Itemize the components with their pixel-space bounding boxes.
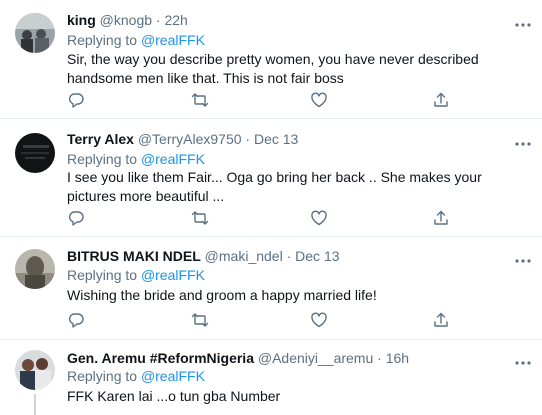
avatar[interactable] (15, 249, 55, 289)
timestamp[interactable]: Dec 13 (254, 131, 298, 147)
retweet-icon[interactable] (191, 91, 209, 109)
retweet-icon[interactable] (191, 311, 209, 329)
author-name[interactable]: king (67, 12, 96, 28)
separator-dot: · (155, 12, 161, 28)
tweet-actions (67, 311, 487, 331)
share-icon[interactable] (432, 91, 450, 109)
tweet-text: FFK Karen lai ...o tun gba Number (67, 388, 281, 404)
separator-dot: · (286, 248, 292, 264)
separator-dot: · (245, 131, 251, 147)
more-icon[interactable] (514, 135, 532, 146)
author-handle[interactable]: @maki_ndel (205, 248, 283, 264)
replying-to: Replying to @realFFK (67, 150, 205, 168)
replying-to-label: Replying to (67, 267, 141, 283)
like-icon[interactable] (310, 311, 328, 329)
avatar[interactable] (15, 13, 55, 53)
tweet-text: Wishing the bride and groom a happy marr… (67, 287, 377, 303)
author-handle[interactable]: @TerryAlex9750 (138, 131, 242, 147)
timestamp[interactable]: 22h (164, 12, 187, 28)
replying-to-label: Replying to (67, 151, 141, 167)
retweet-icon[interactable] (191, 209, 209, 227)
replying-to-link[interactable]: @realFFK (141, 151, 205, 167)
replying-to-label: Replying to (67, 32, 141, 48)
replying-to-link[interactable]: @realFFK (141, 267, 205, 283)
reply-icon[interactable] (67, 91, 85, 109)
tweet[interactable]: Gen. Aremu #ReformNigeria @Adeniyi__arem… (0, 340, 542, 415)
avatar[interactable] (15, 133, 55, 173)
author-handle[interactable]: @Adeniyi__aremu (258, 350, 373, 366)
separator-dot: · (377, 350, 382, 366)
tweet[interactable]: king @knogb · 22h Replying to @realFFK S… (0, 0, 542, 118)
author-handle[interactable]: @knogb (100, 12, 152, 28)
avatar[interactable] (15, 350, 55, 390)
replying-to: Replying to @realFFK (67, 266, 205, 284)
reply-icon[interactable] (67, 209, 85, 227)
timestamp[interactable]: Dec 13 (295, 248, 339, 264)
tweet-actions (67, 91, 487, 111)
replying-to: Replying to @realFFK (67, 367, 205, 385)
share-icon[interactable] (432, 209, 450, 227)
tweet[interactable]: BITRUS MAKI NDEL @maki_ndel · Dec 13 Rep… (0, 237, 542, 339)
more-icon[interactable] (514, 354, 532, 365)
replying-to: Replying to @realFFK (67, 31, 205, 49)
author-name[interactable]: Terry Alex (67, 131, 134, 147)
replying-to-link[interactable]: @realFFK (141, 32, 205, 48)
more-icon[interactable] (514, 252, 532, 263)
like-icon[interactable] (310, 209, 328, 227)
timestamp[interactable]: 16h (386, 350, 409, 366)
thread-line (34, 394, 36, 415)
more-icon[interactable] (514, 16, 532, 27)
tweet-text: I see you like them Fair... Oga go bring… (67, 169, 482, 204)
share-icon[interactable] (432, 311, 450, 329)
replying-to-label: Replying to (67, 368, 141, 384)
replying-to-link[interactable]: @realFFK (141, 368, 205, 384)
author-name[interactable]: Gen. Aremu #ReformNigeria (67, 350, 254, 366)
tweet-actions (67, 209, 487, 229)
author-name[interactable]: BITRUS MAKI NDEL (67, 248, 201, 264)
tweet-text: Sir, the way you describe pretty women, … (67, 51, 479, 86)
like-icon[interactable] (310, 91, 328, 109)
reply-icon[interactable] (67, 311, 85, 329)
tweet[interactable]: Terry Alex @TerryAlex9750 · Dec 13 Reply… (0, 119, 542, 236)
